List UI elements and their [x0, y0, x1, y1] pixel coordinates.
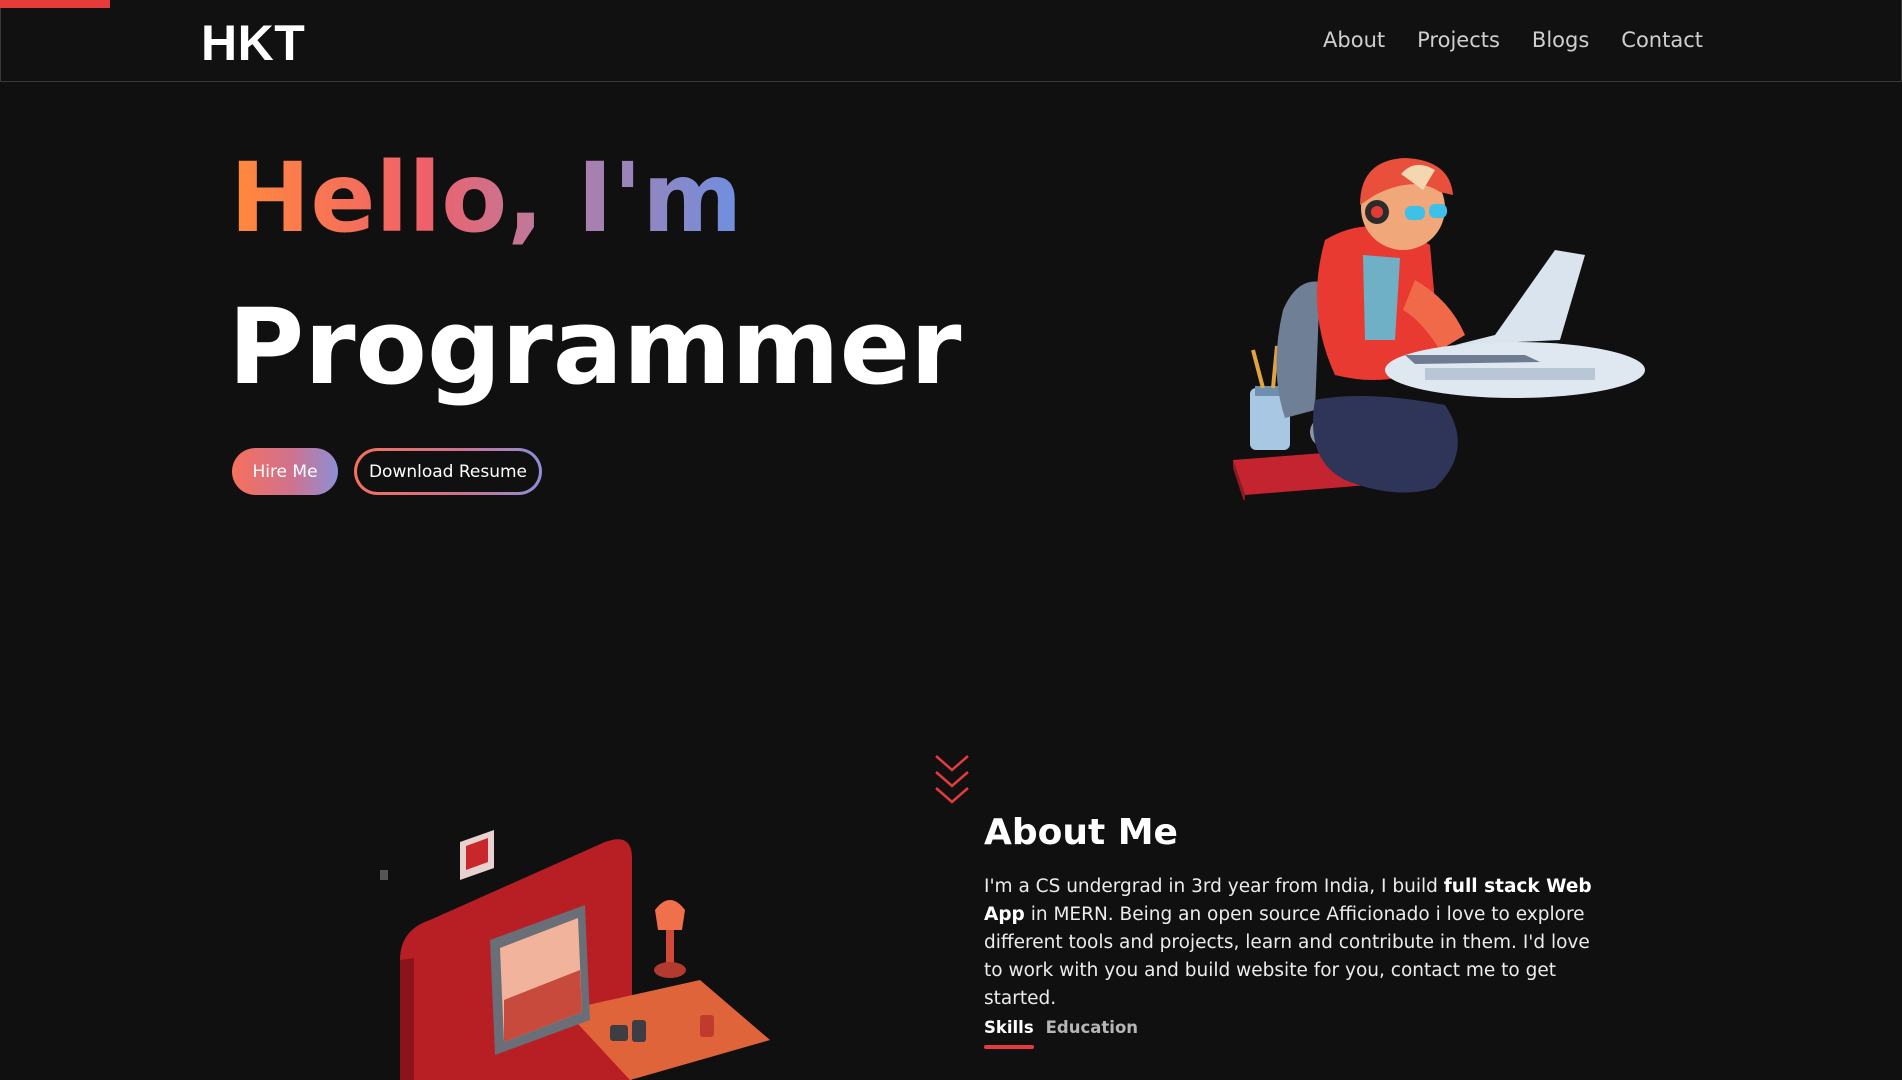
- download-resume-button[interactable]: Download Resume: [354, 448, 542, 495]
- navbar: HKT About Projects Blogs Contact: [0, 0, 1902, 82]
- hero-role: Programmer: [228, 286, 962, 408]
- tab-skills[interactable]: Skills: [984, 1018, 1034, 1049]
- chevron-down-icon[interactable]: [932, 752, 972, 807]
- about-tabs: Skills Education: [984, 1018, 1138, 1049]
- hire-me-button[interactable]: Hire Me: [232, 448, 338, 495]
- nav-link-about[interactable]: About: [1323, 28, 1385, 52]
- about-description: I'm a CS undergrad in 3rd year from Indi…: [984, 873, 1604, 1013]
- hero-greeting: Hello, I'm: [230, 142, 743, 254]
- nav-link-blogs[interactable]: Blogs: [1532, 28, 1589, 52]
- download-resume-label: Download Resume: [357, 451, 539, 492]
- nav-link-projects[interactable]: Projects: [1417, 28, 1500, 52]
- tab-education[interactable]: Education: [1046, 1018, 1138, 1037]
- brand-logo[interactable]: HKT: [201, 14, 305, 72]
- nav-links: About Projects Blogs Contact: [1323, 28, 1703, 52]
- nav-link-contact[interactable]: Contact: [1621, 28, 1703, 52]
- desk-setup-illustration: [380, 830, 770, 1080]
- about-text-intro: I'm a CS undergrad in 3rd year from Indi…: [984, 876, 1444, 897]
- programmer-illustration: [1233, 158, 1645, 500]
- scroll-progress-bar: [0, 0, 110, 8]
- about-text-rest: in MERN. Being an open source Afficionad…: [984, 904, 1590, 1009]
- about-title: About Me: [984, 812, 1178, 853]
